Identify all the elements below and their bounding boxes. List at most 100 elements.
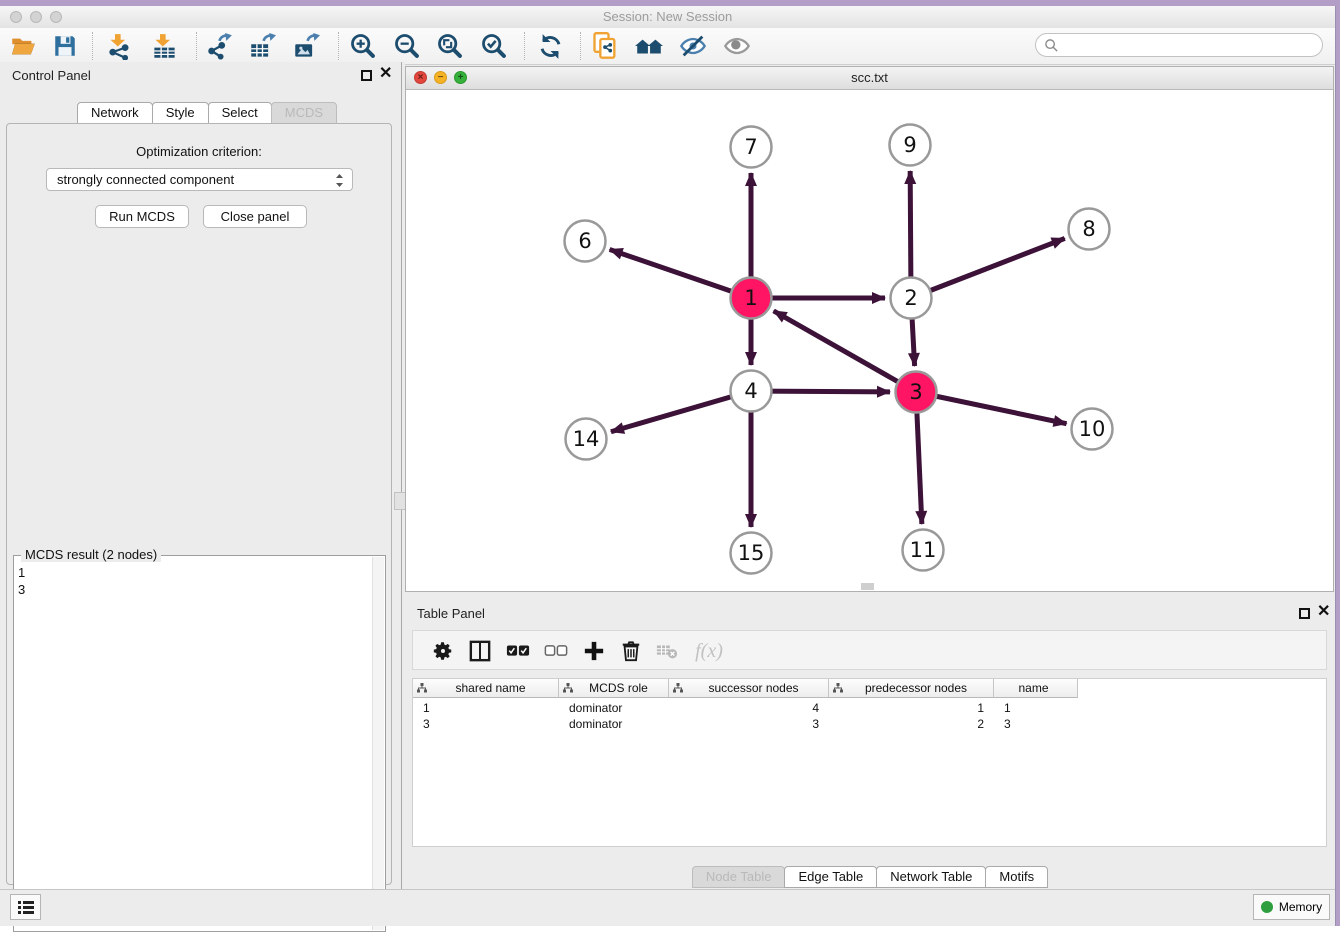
column-header-shared-name[interactable]: shared name bbox=[413, 679, 559, 698]
task-history-button[interactable] bbox=[10, 894, 41, 920]
sort-tree-icon bbox=[673, 683, 683, 693]
home-icon[interactable] bbox=[634, 31, 664, 61]
control-panel-title: Control Panel bbox=[12, 68, 91, 83]
toolbar-separator bbox=[92, 32, 93, 60]
select-all-icon[interactable] bbox=[503, 636, 533, 666]
main-toolbar bbox=[0, 28, 1335, 65]
graph-node-label: 1 bbox=[744, 286, 757, 310]
table-cell: 1 bbox=[994, 700, 1078, 716]
column-header-name[interactable]: name bbox=[994, 679, 1078, 698]
app-window: Session: New Session bbox=[0, 6, 1336, 926]
sort-tree-icon bbox=[833, 683, 843, 693]
function-builder-icon[interactable]: f(x) bbox=[689, 636, 729, 666]
close-panel-button[interactable]: Close panel bbox=[203, 205, 307, 228]
close-panel-icon[interactable]: ✕ bbox=[379, 65, 392, 83]
mcds-panel: Optimization criterion: strongly connect… bbox=[6, 123, 392, 885]
network-graph[interactable]: 7968124314101511 bbox=[406, 89, 1333, 591]
graph-node-label: 6 bbox=[578, 229, 591, 253]
graph-node-label: 9 bbox=[903, 133, 916, 157]
column-header-predecessor-nodes[interactable]: predecessor nodes bbox=[829, 679, 994, 698]
import-table-icon[interactable] bbox=[149, 31, 179, 61]
unselect-all-icon[interactable] bbox=[541, 636, 571, 666]
table-header-row: shared nameMCDS rolesuccessor nodesprede… bbox=[413, 679, 1078, 698]
tab-style[interactable]: Style bbox=[152, 102, 209, 124]
memory-status-icon bbox=[1261, 901, 1273, 913]
table-cell: 4 bbox=[669, 700, 829, 716]
delete-table-icon[interactable] bbox=[652, 636, 682, 666]
zoom-out-icon[interactable] bbox=[392, 31, 422, 61]
network-window-title: scc.txt bbox=[406, 70, 1333, 85]
refresh-icon[interactable] bbox=[535, 31, 565, 61]
tab-edge-table[interactable]: Edge Table bbox=[784, 866, 877, 888]
float-panel-icon[interactable] bbox=[361, 70, 372, 81]
list-icon bbox=[18, 900, 34, 914]
network-view-window: × − + scc.txt 7968124314101511 bbox=[405, 66, 1334, 592]
tab-select[interactable]: Select bbox=[208, 102, 272, 124]
table-tabs: Node TableEdge TableNetwork TableMotifs bbox=[405, 866, 1334, 888]
save-session-icon[interactable] bbox=[50, 31, 80, 61]
fx-label: f(x) bbox=[695, 640, 723, 663]
control-panel: Control Panel ✕ NetworkStyleSelectMCDS O… bbox=[0, 62, 399, 890]
graph-edge-2-8[interactable] bbox=[911, 238, 1065, 298]
window-titlebar: Session: New Session bbox=[0, 6, 1335, 29]
window-title: Session: New Session bbox=[0, 9, 1335, 24]
graph-node-label: 4 bbox=[744, 379, 757, 403]
graph-edge-3-10[interactable] bbox=[916, 392, 1067, 424]
export-table-icon[interactable] bbox=[247, 31, 277, 61]
table-cell: 3 bbox=[669, 716, 829, 732]
search-input[interactable] bbox=[1064, 37, 1322, 54]
network-window-titlebar: × − + scc.txt bbox=[406, 67, 1333, 90]
column-header-successor-nodes[interactable]: successor nodes bbox=[669, 679, 829, 698]
mcds-result-text: 1 3 bbox=[18, 564, 25, 598]
zoom-in-icon[interactable] bbox=[348, 31, 378, 61]
search-box bbox=[1035, 33, 1323, 57]
table-row[interactable]: 3dominator323 bbox=[413, 716, 1078, 732]
show-graphics-icon[interactable] bbox=[722, 31, 752, 61]
zoom-selected-icon[interactable] bbox=[479, 31, 509, 61]
table-panel: Table Panel ✕ bbox=[405, 598, 1334, 890]
table-row[interactable]: 1dominator411 bbox=[413, 700, 1078, 716]
settings-gear-icon[interactable] bbox=[428, 636, 458, 666]
delete-icon[interactable] bbox=[616, 636, 646, 666]
tab-mcds[interactable]: MCDS bbox=[271, 102, 337, 124]
table-panel-title: Table Panel bbox=[417, 606, 485, 621]
network-resize-grip[interactable] bbox=[861, 583, 874, 590]
tab-network[interactable]: Network bbox=[77, 102, 153, 124]
open-session-icon[interactable] bbox=[8, 31, 38, 61]
tab-network-table[interactable]: Network Table bbox=[876, 866, 986, 888]
show-columns-icon[interactable] bbox=[465, 636, 495, 666]
graph-edge-3-1[interactable] bbox=[774, 311, 916, 392]
copy-network-icon[interactable] bbox=[590, 31, 620, 61]
hide-graphics-icon[interactable] bbox=[678, 31, 708, 61]
table-cell: 3 bbox=[994, 716, 1078, 732]
mcds-result-box: MCDS result (2 nodes) 1 3 bbox=[13, 555, 386, 932]
column-header-MCDS-role[interactable]: MCDS role bbox=[559, 679, 669, 698]
node-table: shared nameMCDS rolesuccessor nodesprede… bbox=[412, 678, 1327, 847]
table-close-icon[interactable]: ✕ bbox=[1317, 603, 1330, 621]
graph-edge-1-6[interactable] bbox=[610, 249, 751, 298]
import-network-icon[interactable] bbox=[104, 31, 134, 61]
graph-edge-4-14[interactable] bbox=[611, 391, 751, 432]
export-image-icon[interactable] bbox=[291, 31, 321, 61]
graph-node-label: 3 bbox=[909, 380, 922, 404]
graph-node-label: 10 bbox=[1079, 417, 1106, 441]
zoom-fit-icon[interactable] bbox=[435, 31, 465, 61]
export-network-icon[interactable] bbox=[204, 31, 234, 61]
criterion-select[interactable]: strongly connected component bbox=[46, 168, 353, 191]
tab-node-table[interactable]: Node Table bbox=[692, 866, 786, 888]
optimization-criterion-label: Optimization criterion: bbox=[7, 144, 391, 159]
toolbar-separator bbox=[196, 32, 197, 60]
add-icon[interactable] bbox=[579, 636, 609, 666]
memory-button[interactable]: Memory bbox=[1253, 894, 1330, 920]
run-mcds-button[interactable]: Run MCDS bbox=[95, 205, 189, 228]
table-cell: 1 bbox=[413, 700, 559, 716]
criterion-select-value: strongly connected component bbox=[57, 172, 234, 187]
sort-tree-icon bbox=[563, 683, 573, 693]
control-panel-header: Control Panel ✕ bbox=[0, 62, 399, 88]
result-scrollbar[interactable] bbox=[372, 557, 384, 930]
table-float-icon[interactable] bbox=[1299, 608, 1310, 619]
tab-motifs[interactable]: Motifs bbox=[985, 866, 1048, 888]
graph-node-label: 2 bbox=[904, 286, 917, 310]
graph-node-label: 7 bbox=[744, 135, 757, 159]
mcds-result-title: MCDS result (2 nodes) bbox=[21, 547, 161, 562]
